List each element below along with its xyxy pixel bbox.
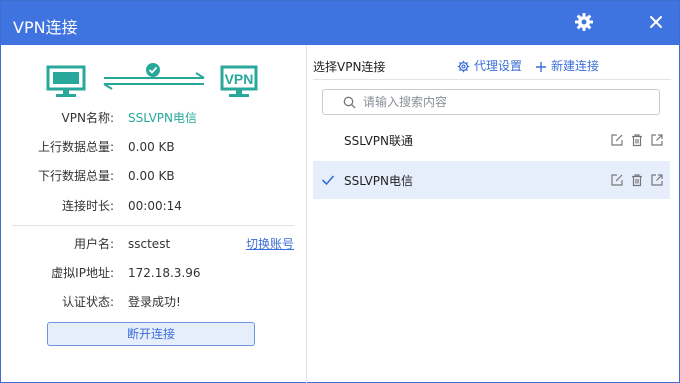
plus-icon (536, 62, 546, 72)
new-connection-button[interactable]: 新建连接 (535, 57, 599, 74)
connection-illustration: VPN (46, 63, 258, 97)
ip-value: 172.18.3.96 (128, 266, 201, 280)
new-connection-label: 新建连接 (551, 59, 600, 73)
edit-icon[interactable] (610, 133, 624, 147)
upload-label: 上行数据总量: (37, 140, 114, 154)
connection-list-title: 选择VPN连接 (313, 60, 386, 74)
download-value: 0.00 KB (128, 169, 175, 183)
delete-icon[interactable] (630, 133, 644, 147)
delete-icon[interactable] (630, 173, 644, 187)
proxy-settings-label: 代理设置 (474, 59, 523, 73)
open-external-icon[interactable] (650, 173, 664, 187)
edit-icon[interactable] (610, 173, 624, 187)
checkmark-icon (321, 175, 335, 186)
ip-row: 虚拟IP地址: 172.18.3.96 (2, 264, 302, 282)
download-row: 下行数据总量: 0.00 KB (2, 167, 302, 185)
title-bar: VPN连接 (1, 1, 679, 45)
connection-item[interactable]: SSLVPN联通 (313, 121, 670, 159)
username-label: 用户名: (73, 237, 114, 251)
connection-name: SSLVPN联通 (344, 134, 414, 148)
window-title: VPN连接 (13, 18, 78, 37)
vpn-badge-label: VPN (225, 71, 254, 87)
proxy-settings-button[interactable]: 代理设置 (457, 57, 522, 74)
upload-row: 上行数据总量: 0.00 KB (2, 138, 302, 156)
search-box (322, 89, 660, 115)
vpn-badge-icon: VPN (220, 65, 258, 97)
auth-value: 登录成功! (128, 295, 181, 309)
status-panel: VPN VPN名称: SSLVPN电信 上行数据总量: 0.00 KB 下行数据… (2, 45, 306, 383)
settings-gear-icon[interactable] (573, 11, 595, 33)
username-row: 用户名: ssctest 切换账号 (2, 235, 302, 253)
vpn-name-row: VPN名称: SSLVPN电信 (2, 109, 302, 127)
vpn-name-label: VPN名称: (61, 111, 114, 125)
auth-row: 认证状态: 登录成功! (2, 293, 302, 311)
duration-row: 连接时长: 00:00:14 (2, 197, 302, 215)
vpn-window: VPN连接 VPN VPN名称: SSLVPN电信 上行数据总量: 0.00 K… (0, 0, 680, 383)
connection-name: SSLVPN电信 (344, 174, 414, 188)
switch-account-link[interactable]: 切换账号 (246, 235, 294, 253)
close-icon[interactable] (645, 11, 667, 33)
vpn-name-value: SSLVPN电信 (128, 111, 198, 125)
connected-check-icon (146, 63, 160, 77)
upload-value: 0.00 KB (128, 140, 175, 154)
header-divider (313, 79, 671, 80)
duration-label: 连接时长: (61, 199, 114, 213)
download-label: 下行数据总量: (37, 169, 114, 183)
monitor-icon (46, 65, 86, 97)
ip-label: 虚拟IP地址: (51, 266, 114, 280)
proxy-gear-icon (457, 60, 470, 73)
divider (12, 225, 294, 226)
auth-label: 认证状态: (61, 295, 114, 309)
search-input[interactable] (363, 93, 643, 111)
connection-item-selected[interactable]: SSLVPN电信 (313, 161, 670, 199)
duration-value: 00:00:14 (128, 199, 182, 213)
open-external-icon[interactable] (650, 133, 664, 147)
username-value: ssctest (128, 237, 171, 251)
connection-list-panel: 选择VPN连接 代理设置 新建连接 SSLVPN联通 (307, 45, 679, 383)
search-icon (343, 96, 356, 109)
disconnect-button[interactable]: 断开连接 (47, 322, 255, 346)
